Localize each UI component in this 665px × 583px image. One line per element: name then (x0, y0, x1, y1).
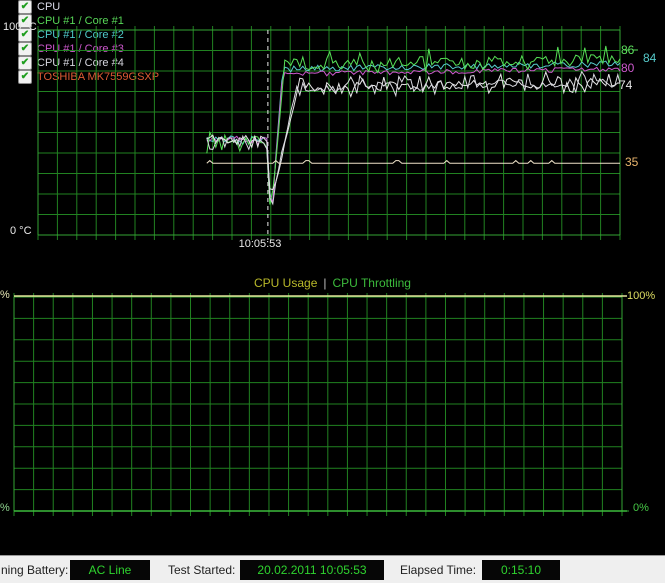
temperature-chart-canvas (0, 20, 665, 260)
test-started-label: Test Started: (168, 563, 235, 577)
elapsed-time-label: Elapsed Time: (400, 563, 476, 577)
usage-left-top-label: % (0, 289, 10, 301)
usage-chart-canvas (0, 260, 665, 540)
elapsed-time-value: 0:15:10 (501, 563, 541, 577)
usage-left-bottom-label: % (0, 502, 10, 514)
test-started-value: 20.02.2011 10:05:53 (257, 563, 366, 577)
usage-right-bottom-label: 0% (633, 502, 649, 514)
sensor-toggle-0[interactable]: ✔ CPU (18, 0, 665, 14)
temp-x-axis-time-label: 10:05:53 (225, 238, 295, 250)
current-temp-value: 84 (643, 51, 656, 65)
temp-y-min-label: 0 °C (10, 225, 32, 237)
sensor-toggle-bar: ✔CPU✔CPU #1 / Core #1✔CPU #1 / Core #2✔C… (0, 0, 665, 22)
current-temp-value: 74 (619, 78, 632, 92)
sensor-toggle-label: CPU (37, 1, 60, 13)
current-temp-value: 80 (621, 61, 634, 75)
current-temp-value: 86 (621, 43, 634, 57)
current-temp-value: 35 (625, 155, 638, 169)
battery-label: ning Battery: (1, 563, 68, 577)
checkbox-icon[interactable]: ✔ (18, 0, 32, 14)
status-bar: ning Battery: AC Line Test Started: 20.0… (0, 555, 665, 583)
battery-value-box: AC Line (70, 560, 150, 580)
temp-y-max-label: 100 °C (3, 21, 37, 33)
usage-right-top-label: 100% (627, 290, 655, 302)
elapsed-time-value-box: 0:15:10 (482, 560, 560, 580)
test-started-value-box: 20.02.2011 10:05:53 (240, 560, 384, 580)
battery-value: AC Line (89, 563, 132, 577)
